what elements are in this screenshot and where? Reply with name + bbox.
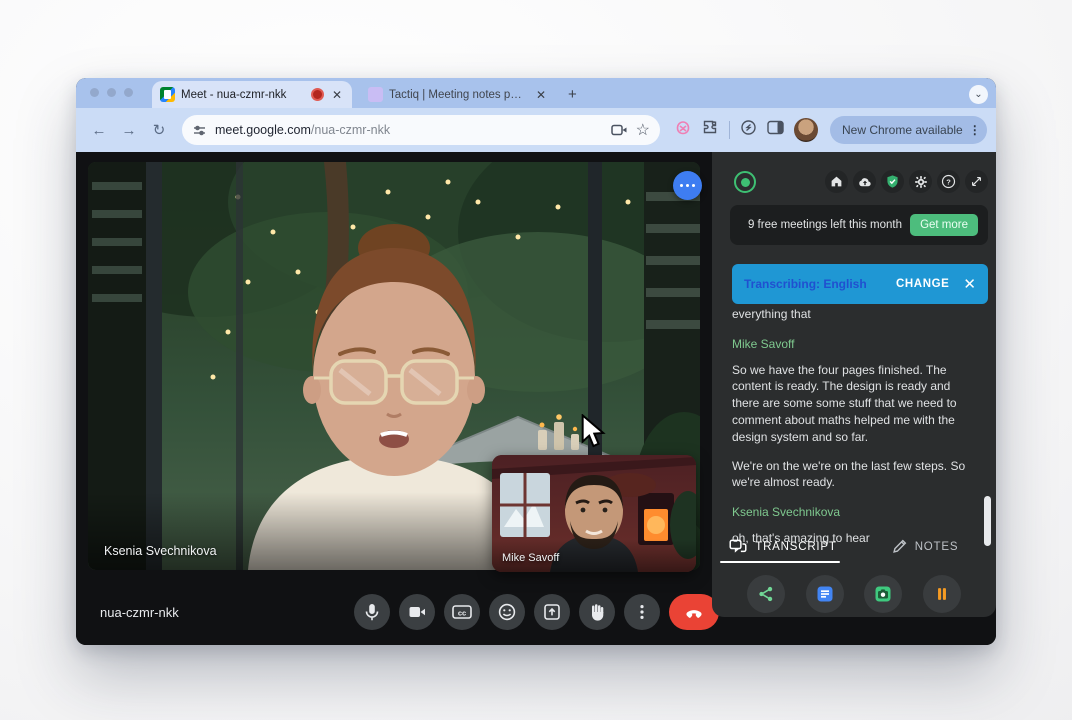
microphone-button[interactable] <box>354 594 390 630</box>
journeys-icon[interactable] <box>740 119 757 141</box>
tab-strip: Meet - nua-czmr-nkk ✕ Tactiq | Meeting n… <box>76 78 996 108</box>
tab-title: Tactiq | Meeting notes powe <box>389 89 528 101</box>
participant-name-label: Ksenia Svechnikova <box>104 544 217 558</box>
tactiq-favicon-icon <box>368 87 383 102</box>
cloud-upload-icon[interactable] <box>853 170 876 193</box>
tab-search-chevron-icon[interactable]: ⌄ <box>969 85 988 104</box>
new-tab-button[interactable]: + <box>568 86 577 103</box>
transcript-speaker: Mike Savoff <box>732 336 978 353</box>
reactions-button[interactable] <box>489 594 525 630</box>
reload-icon[interactable]: ↻ <box>146 121 172 139</box>
raise-hand-button[interactable] <box>579 594 615 630</box>
screenshot-button[interactable] <box>864 575 902 613</box>
captions-button[interactable]: cc <box>444 594 480 630</box>
profile-avatar[interactable] <box>794 118 818 142</box>
tab-capture-icon[interactable] <box>611 123 628 137</box>
sidebar-tabs: TRANSCRIPT NOTES <box>712 530 996 563</box>
pip-video-tile[interactable]: Mike Savoff <box>492 455 696 572</box>
chrome-update-button[interactable]: New Chrome available ⋮ <box>830 116 987 144</box>
share-button[interactable] <box>747 575 785 613</box>
page-content: Ksenia Svechnikova <box>76 152 996 645</box>
meet-favicon-icon <box>160 87 175 102</box>
tab-notes[interactable]: NOTES <box>854 530 996 563</box>
meet-bottom-bar: nua-czmr-nkk cc <box>76 592 712 632</box>
pip-name-label: Mike Savoff <box>502 552 559 564</box>
back-icon[interactable]: ← <box>86 122 112 139</box>
recording-indicator-icon <box>311 88 324 101</box>
mouse-cursor <box>579 414 609 448</box>
tab-label: NOTES <box>915 541 959 553</box>
close-tab-icon[interactable]: ✕ <box>534 88 548 102</box>
side-panel-icon[interactable] <box>767 120 784 140</box>
extensions-puzzle-icon[interactable] <box>702 119 719 141</box>
browser-window: Meet - nua-czmr-nkk ✕ Tactiq | Meeting n… <box>76 78 996 645</box>
transcript-text: We're on the we're on the last few steps… <box>732 458 978 492</box>
transcript-speaker: Ksenia Svechnikova <box>732 504 978 521</box>
camera-button[interactable] <box>399 594 435 630</box>
tab-tactiq[interactable]: Tactiq | Meeting notes powe ✕ <box>360 81 556 108</box>
toolbar-divider <box>729 121 730 139</box>
chat-icon <box>729 539 747 554</box>
meeting-code: nua-czmr-nkk <box>100 605 179 620</box>
transcript-text: everything that <box>732 306 978 323</box>
privacy-shield-icon[interactable] <box>881 170 904 193</box>
transcript-panel: everything that Mike Savoff So we have t… <box>732 306 978 551</box>
quota-card: 9 free meetings left this month Get more <box>730 205 988 245</box>
window-controls[interactable] <box>90 88 133 97</box>
resize-panel-icon[interactable] <box>965 170 988 193</box>
browser-toolbar: ← → ↻ meet.google.com/nua-czmr-nkk ☆ <box>76 108 996 152</box>
svg-text:?: ? <box>946 178 951 187</box>
close-tab-icon[interactable]: ✕ <box>330 88 344 102</box>
tactiq-sidebar: ? 9 free meetings left this month Get mo… <box>712 152 996 617</box>
update-label: New Chrome available <box>842 123 963 137</box>
tab-transcript[interactable]: TRANSCRIPT <box>712 530 854 563</box>
sidebar-actions <box>712 570 996 617</box>
transcribing-banner: Transcribing: English CHANGE ✕ <box>732 264 988 304</box>
pencil-icon <box>892 539 907 554</box>
bookmark-star-icon[interactable]: ☆ <box>636 120 650 140</box>
notes-doc-button[interactable] <box>806 575 844 613</box>
svg-text:cc: cc <box>458 609 466 618</box>
tab-meet[interactable]: Meet - nua-czmr-nkk ✕ <box>152 81 352 108</box>
settings-gear-icon[interactable] <box>909 170 932 193</box>
site-settings-icon[interactable] <box>192 123 207 138</box>
present-screen-button[interactable] <box>534 594 570 630</box>
change-language-button[interactable]: CHANGE <box>896 278 949 290</box>
forward-icon[interactable]: → <box>116 122 142 139</box>
url-text: meet.google.com/nua-czmr-nkk <box>215 123 603 137</box>
tactiq-chat-bubble-icon[interactable] <box>673 171 702 200</box>
pause-transcription-button[interactable] <box>923 575 961 613</box>
transcript-text: So we have the four pages finished. The … <box>732 362 978 446</box>
address-bar[interactable]: meet.google.com/nua-czmr-nkk ☆ <box>182 115 660 145</box>
tactiq-logo-icon <box>734 171 756 193</box>
banner-close-icon[interactable]: ✕ <box>963 275 976 293</box>
transcribing-label: Transcribing: English <box>744 277 888 291</box>
tactiq-extension-icon[interactable] <box>674 119 692 142</box>
tab-title: Meet - nua-czmr-nkk <box>181 89 305 101</box>
help-icon[interactable]: ? <box>937 170 960 193</box>
more-options-button[interactable] <box>624 594 660 630</box>
quota-text: 9 free meetings left this month <box>740 218 910 233</box>
browser-menu-icon[interactable]: ⋮ <box>969 123 981 137</box>
home-icon[interactable] <box>825 170 848 193</box>
get-more-button[interactable]: Get more <box>910 214 978 236</box>
tab-label: TRANSCRIPT <box>755 541 836 553</box>
